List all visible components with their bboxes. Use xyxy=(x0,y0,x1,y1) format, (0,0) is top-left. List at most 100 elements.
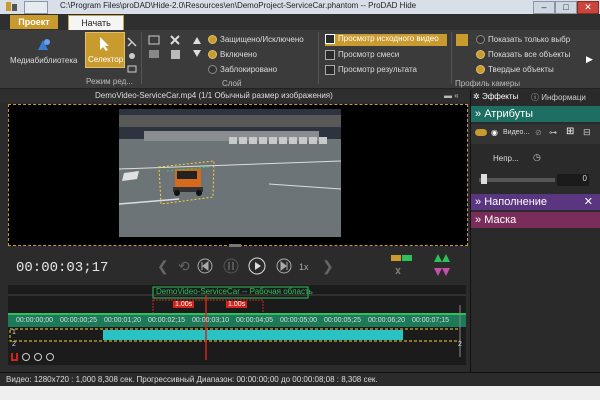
layer-toggle[interactable] xyxy=(475,129,487,136)
preview-result-option[interactable]: Просмотр результата xyxy=(325,65,417,75)
option-enabled[interactable]: Включено xyxy=(208,50,257,60)
play-icon[interactable] xyxy=(248,257,266,277)
track-number-1: 1 xyxy=(12,329,16,336)
show-only-selected-label: Показать только выбр xyxy=(488,35,571,44)
next-frame-icon[interactable]: ❯ xyxy=(322,258,334,275)
timeline-tick-8: 00:00:06;20 xyxy=(368,317,405,324)
eye-icon[interactable]: ◉ xyxy=(491,128,498,137)
radio-locked[interactable] xyxy=(208,65,217,75)
tab-effects[interactable]: ✲ Эффекты xyxy=(473,92,518,101)
video-frame[interactable] xyxy=(119,109,341,237)
preview-source-checkbox[interactable] xyxy=(325,34,335,44)
zoom-tools[interactable] xyxy=(10,351,60,365)
timeline-tick-1: 00:00:00;25 xyxy=(60,317,97,324)
player-title: DemoVideo-ServiceCar.mp4 (1/1 Обычный ра… xyxy=(95,91,333,100)
view-mode-icon[interactable] xyxy=(456,34,468,46)
window-controls-icon[interactable]: ▬ « xyxy=(444,91,459,100)
layer-tool-icons[interactable] xyxy=(147,34,207,64)
quick-access-toolbar[interactable] xyxy=(24,1,48,14)
keyframe-marker-1[interactable]: 1.00s xyxy=(173,301,195,308)
fill-header[interactable]: » Наполнение ✕ xyxy=(471,194,600,210)
close-fill-icon[interactable]: ✕ xyxy=(584,194,593,210)
pause-icon[interactable] xyxy=(223,258,239,276)
tab-info-label: Информаци xyxy=(541,93,586,102)
selector-button[interactable]: Селектор xyxy=(85,32,125,68)
tracking-arrows-icon[interactable] xyxy=(430,252,452,280)
media-library-icon[interactable] xyxy=(30,36,56,56)
radio-show-all-objects[interactable] xyxy=(476,50,485,60)
prev-frame-icon[interactable]: ❮ xyxy=(157,258,169,275)
minimize-button[interactable]: – xyxy=(533,1,555,14)
video-preview[interactable] xyxy=(8,104,468,246)
loop-icon[interactable]: ⟲ xyxy=(178,258,190,275)
timecode-display: 00:00:03;17 xyxy=(16,260,109,276)
tab-info[interactable]: ⓘ Информаци xyxy=(531,92,586,103)
ribbon-scroll-right-icon[interactable]: ▶ xyxy=(586,54,593,65)
opacity-value[interactable]: 0 xyxy=(557,174,589,186)
mask-header[interactable]: » Маска xyxy=(471,212,600,228)
layer-row[interactable]: ◉ Видео... ⊘ ⊶ ⊞ ⊟ xyxy=(471,124,600,144)
status-bar: Видео: 1280x720 : 1,000 8,308 сек. Прогр… xyxy=(0,372,600,387)
timeline-tick-0: 00:00:00;00 xyxy=(16,317,53,324)
timeline-tick-5: 00:00:04;05 xyxy=(236,317,273,324)
properties-panel: ✲ Эффекты ⓘ Информаци » Атрибуты ◉ Видео… xyxy=(470,90,600,372)
preview-mix-option[interactable]: Просмотр смеси xyxy=(325,50,399,60)
jump-end-icon[interactable] xyxy=(276,258,292,276)
radio-solid-objects[interactable] xyxy=(476,65,485,75)
keyframe-marker-2[interactable]: 1.00s xyxy=(226,301,248,308)
solid-objects-option[interactable]: Твердые объекты xyxy=(476,65,554,75)
locked-label: Заблокировано xyxy=(220,65,278,74)
enabled-label: Включено xyxy=(220,50,257,59)
timeline-tick-9: 00:00:07;15 xyxy=(412,317,449,324)
window-title: C:\Program Files\proDAD\Hide-2.0\Resourc… xyxy=(60,1,417,10)
clock-icon[interactable]: ◷ xyxy=(533,152,541,163)
option-protected[interactable]: Защищено/Исключено xyxy=(208,35,304,45)
ribbon-separator xyxy=(451,32,452,84)
preview-mix-checkbox[interactable] xyxy=(325,50,335,60)
show-all-objects-option[interactable]: Показать все объекты xyxy=(476,50,571,60)
add-icon[interactable]: ⊞ xyxy=(566,126,574,137)
radio-show-only-selected[interactable] xyxy=(476,35,485,45)
selector-label: Селектор xyxy=(88,55,124,64)
tab-start[interactable]: Начать xyxy=(68,15,124,31)
remove-icon[interactable]: ⊟ xyxy=(583,127,591,138)
mark-in-out-icon[interactable] xyxy=(390,252,416,280)
preview-source-option[interactable]: Просмотр исходного видео xyxy=(325,34,447,46)
show-all-objects-label: Показать все объекты xyxy=(488,50,571,59)
jump-start-icon[interactable] xyxy=(197,258,213,276)
attributes-header[interactable]: » Атрибуты xyxy=(471,106,600,122)
layer-group-label: Слой xyxy=(222,79,242,88)
track-number-3: 2 xyxy=(458,341,462,348)
slider-handle[interactable] xyxy=(481,174,487,184)
title-bar: C:\Program Files\proDAD\Hide-2.0\Resourc… xyxy=(0,0,600,15)
show-only-selected-option[interactable]: Показать только выбр xyxy=(476,35,571,45)
option-locked[interactable]: Заблокировано xyxy=(208,65,278,75)
preview-result-label: Просмотр результата xyxy=(338,65,417,75)
track-number-2: 2 xyxy=(12,341,16,348)
mask-label: Маска xyxy=(484,214,517,226)
timeline-tick-7: 00:00:05;25 xyxy=(324,317,361,324)
preview-result-checkbox[interactable] xyxy=(325,65,335,75)
timeline[interactable]: DemoVideo-ServiceCar -- Рабочая область … xyxy=(8,285,466,365)
close-button[interactable]: ✕ xyxy=(577,1,599,14)
fill-label: Наполнение xyxy=(484,196,548,208)
opacity-label: Непр... xyxy=(493,154,519,163)
timeline-tick-2: 00:00:01;20 xyxy=(104,317,141,324)
block-icon[interactable]: ⊘ xyxy=(535,128,542,137)
speed-label[interactable]: 1x xyxy=(299,262,309,272)
maximize-button[interactable]: □ xyxy=(555,1,577,14)
app-icon xyxy=(6,2,17,11)
preview-source-label: Просмотр исходного видео xyxy=(338,34,439,44)
solid-objects-label: Твердые объекты xyxy=(488,65,554,74)
opacity-slider[interactable] xyxy=(479,178,555,182)
camera-profile-label: Профиль камеры xyxy=(455,79,521,88)
tool-icons[interactable] xyxy=(126,36,138,78)
splitter-handle[interactable] xyxy=(229,244,241,247)
media-library-button[interactable]: Медиабиблиотека xyxy=(10,56,77,65)
tab-project[interactable]: Проект xyxy=(10,15,58,29)
timeline-tick-6: 00:00:05;00 xyxy=(280,317,317,324)
ribbon-separator xyxy=(318,32,319,84)
radio-protected[interactable] xyxy=(208,35,217,45)
link-icon[interactable]: ⊶ xyxy=(549,128,557,137)
radio-enabled[interactable] xyxy=(208,50,217,60)
